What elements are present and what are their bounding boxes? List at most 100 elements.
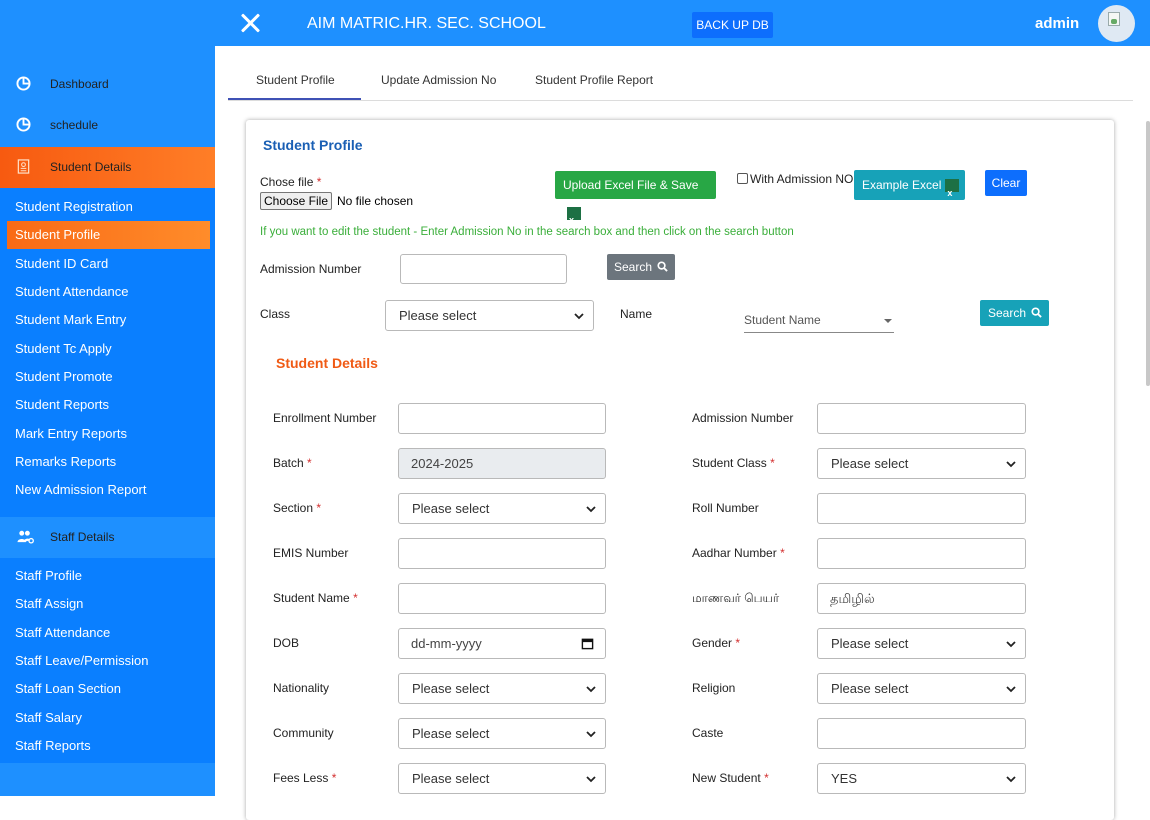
emis-number-input[interactable] [398,538,606,569]
community-label: Community [273,726,334,740]
student-profile-card: Student Profile Chose file * Choose File… [246,120,1114,820]
nationality-select[interactable]: Please select [398,673,606,704]
class-label: Class [260,307,291,321]
class-select[interactable]: Please select [385,300,594,331]
sidebar-item-student-tc-apply[interactable]: Student Tc Apply [0,335,215,363]
excel-icon [567,206,581,234]
sidebar-item-staff-loan-section[interactable]: Staff Loan Section [0,675,215,703]
sidebar-item-student-attendance[interactable]: Student Attendance [0,278,215,306]
sidebar-item-label: Dashboard [50,77,109,91]
example-excel-button[interactable]: Example Excel [854,170,965,208]
admission-search-input[interactable] [400,254,567,284]
admission-number-label: Admission Number [260,262,362,276]
sidebar-group-staff-details[interactable]: Staff Details [0,517,215,558]
sidebar-item-label: schedule [50,118,99,132]
sidebar-item-student-profile[interactable]: Student Profile [7,221,210,249]
sidebar-item-student-registration[interactable]: Student Registration [0,193,215,221]
new-student-label: New Student * [692,771,769,785]
tamil-name-label: மாணவர் பெயர் [692,591,780,605]
chevron-down-icon [1006,776,1016,783]
sidebar-item-staff-leave-permission[interactable]: Staff Leave/Permission [0,647,215,675]
caste-input[interactable] [817,718,1026,749]
sidebar-item-student-mark-entry[interactable]: Student Mark Entry [0,306,215,334]
student-submenu: Student Registration Student Profile Stu… [0,188,215,517]
search-icon [657,261,669,272]
sidebar-group-student-details[interactable]: Student Details [0,147,215,188]
roll-number-label: Roll Number [692,501,759,515]
section-select[interactable]: Please select [398,493,606,524]
sidebar-item-schedule[interactable]: schedule [0,105,215,146]
sidebar-item-remarks-reports[interactable]: Remarks Reports [0,448,215,476]
tab-student-profile-report[interactable]: Student Profile Report [535,73,653,87]
dob-input[interactable]: dd-mm-yyyy [398,628,606,659]
nationality-label: Nationality [273,681,330,695]
user-name[interactable]: admin [1035,15,1079,32]
chevron-down-icon [586,731,596,738]
scrollbar[interactable] [1146,121,1150,386]
religion-select[interactable]: Please select [817,673,1026,704]
backup-db-button[interactable]: BACK UP DB [692,12,773,38]
sidebar-group-label: Staff Details [50,530,115,544]
caste-label: Caste [692,726,724,740]
roll-number-input[interactable] [817,493,1026,524]
chevron-down-icon [574,313,584,320]
clear-button[interactable]: Clear [985,170,1027,196]
aadhar-number-input[interactable] [817,538,1026,569]
with-admission-label: With Admission NO [750,172,854,186]
tab-student-profile[interactable]: Student Profile [256,73,335,87]
admission-number-input[interactable] [817,403,1026,434]
excel-icon [945,178,960,208]
choose-file-button[interactable]: Choose File [260,192,332,210]
enrollment-number-label: Enrollment Number [273,411,377,425]
upload-excel-save-button[interactable]: Upload Excel File & Save [555,171,716,234]
gender-select[interactable]: Please select [817,628,1026,659]
chevron-down-icon [586,506,596,513]
users-cog-icon [17,530,34,544]
fees-less-select[interactable]: Please select [398,763,606,794]
gender-label: Gender * [692,636,741,650]
tab-bar: Student Profile Update Admission No Stud… [228,70,1133,101]
sidebar-item-student-id-card[interactable]: Student ID Card [0,250,215,278]
chose-file-label: Chose file * [260,175,322,189]
sidebar-item-new-admission-report[interactable]: New Admission Report [0,476,215,504]
search-icon [1031,307,1043,318]
sidebar-item-student-promote[interactable]: Student Promote [0,363,215,391]
caret-down-icon [884,319,892,323]
chevron-down-icon [586,686,596,693]
calendar-icon[interactable] [581,637,594,650]
sidebar-item-staff-reports[interactable]: Staff Reports [0,732,215,760]
sidebar-item-staff-salary[interactable]: Staff Salary [0,704,215,732]
student-class-label: Student Class * [692,456,775,470]
sidebar-item-dashboard[interactable]: Dashboard [0,64,215,105]
sidebar-item-mark-entry-reports[interactable]: Mark Entry Reports [0,420,215,448]
community-select[interactable]: Please select [398,718,606,749]
sidebar-item-staff-profile[interactable]: Staff Profile [0,562,215,590]
admission-search-button[interactable]: Search [607,254,675,280]
enrollment-number-input[interactable] [398,403,606,434]
sidebar-item-student-reports[interactable]: Student Reports [0,391,215,419]
staff-submenu: Staff Profile Staff Assign Staff Attenda… [0,558,215,763]
tab-update-admission-no[interactable]: Update Admission No [381,73,496,87]
close-menu-icon[interactable] [237,10,263,36]
name-search-button[interactable]: Search [980,300,1049,326]
sidebar: Dashboard schedule Student Details Stude… [0,46,215,796]
no-file-text: No file chosen [337,194,414,208]
dob-label: DOB [273,636,300,650]
top-bar: AIM MATRIC.HR. SEC. SCHOOL BACK UP DB ad… [0,0,1150,46]
sidebar-item-staff-assign[interactable]: Staff Assign [0,590,215,618]
student-class-select[interactable]: Please select [817,448,1026,479]
sidebar-group-label: Student Details [50,160,132,174]
new-student-select[interactable]: YES [817,763,1026,794]
chevron-down-icon [1006,641,1016,648]
document-icon [17,159,30,174]
edit-hint-text: If you want to edit the student - Enter … [260,226,794,238]
student-name-input[interactable] [398,583,606,614]
with-admission-checkbox[interactable] [737,173,748,184]
card-title: Student Profile [263,137,363,153]
avatar[interactable] [1098,5,1135,42]
student-name-dropdown[interactable]: Student Name [744,309,894,333]
tamil-name-input[interactable]: தமிழில் [817,583,1026,614]
admission-number-label: Admission Number [692,411,794,425]
sidebar-item-staff-attendance[interactable]: Staff Attendance [0,619,215,647]
emis-number-label: EMIS Number [273,546,349,560]
